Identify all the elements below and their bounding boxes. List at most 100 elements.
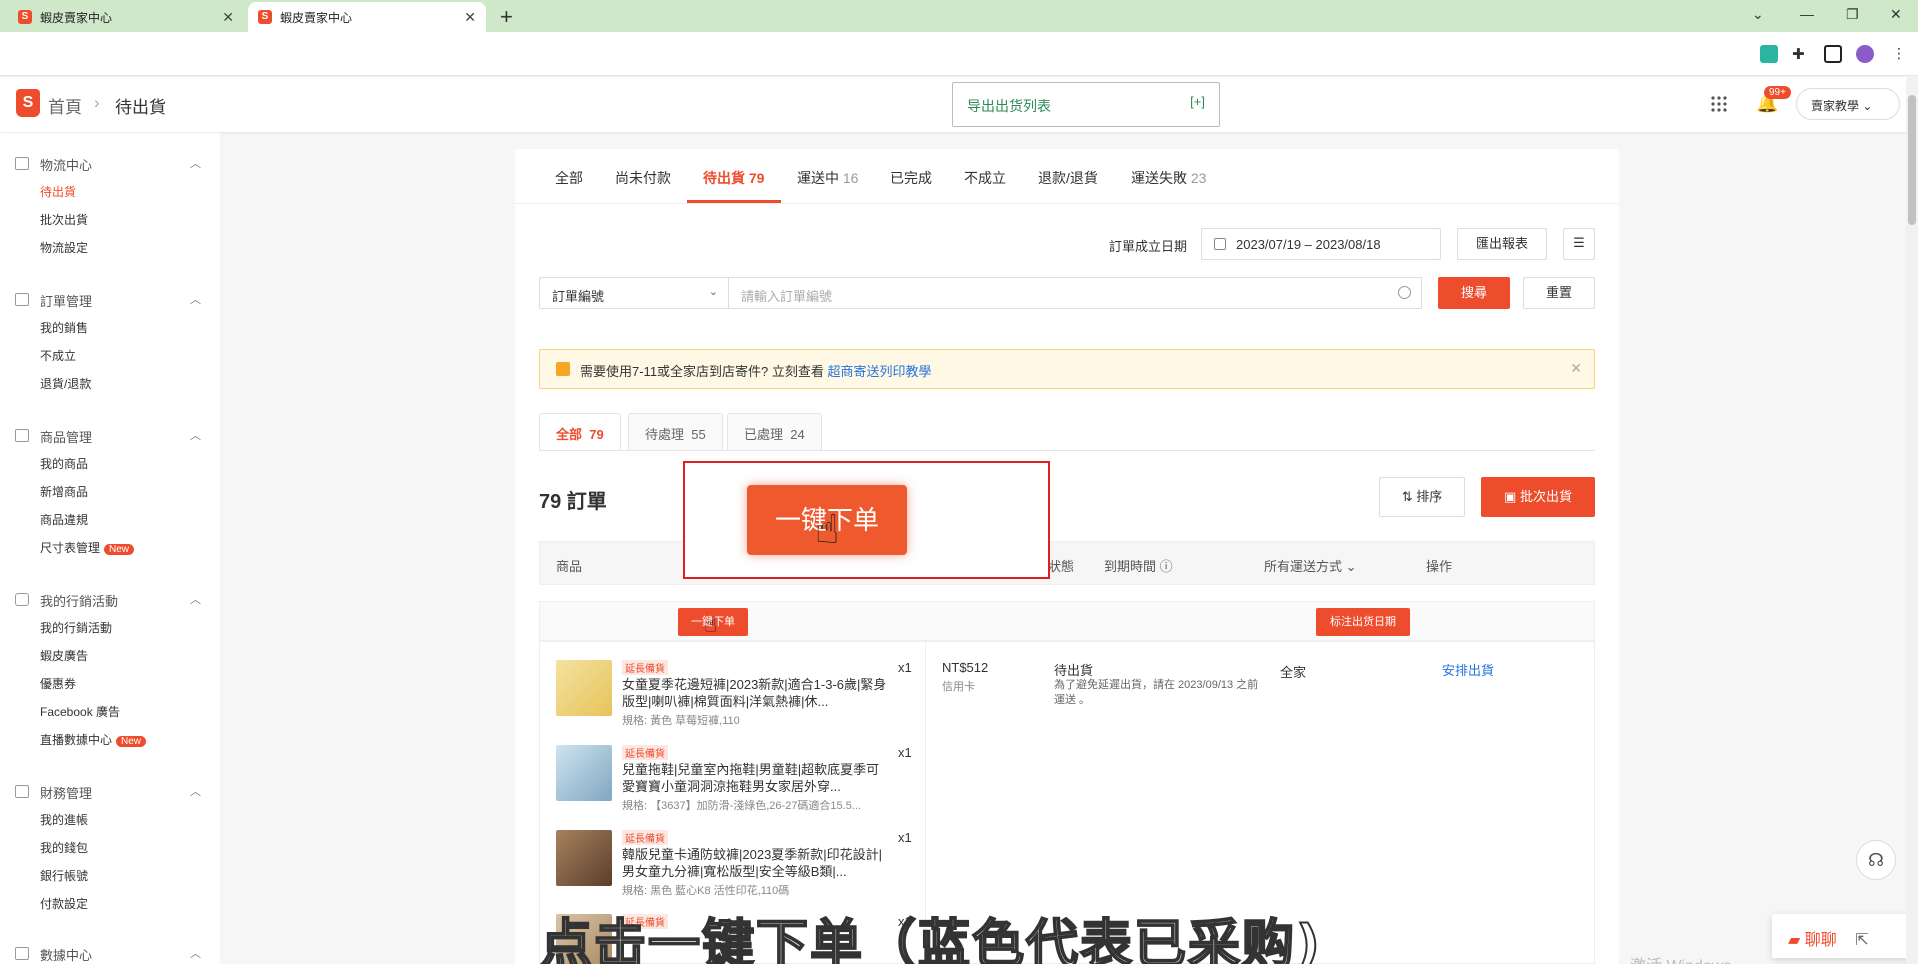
tab-cancelled[interactable]: 不成立 xyxy=(964,168,1006,188)
user-menu[interactable]: 賣家教學 ⌄ xyxy=(1796,88,1900,120)
product-image[interactable] xyxy=(556,745,612,801)
subtab-processed[interactable]: 已處理 24 xyxy=(727,413,822,451)
headset-icon[interactable]: ☊ xyxy=(1856,840,1896,880)
sidebar-section-title[interactable]: 商品管理 xyxy=(40,427,92,446)
subtab-pending[interactable]: 待處理 55 xyxy=(628,413,723,451)
menu-icon[interactable]: ☰ xyxy=(1563,228,1595,260)
search-field-select[interactable]: 訂單編號 ⌄ xyxy=(539,277,729,309)
browser-tab-active[interactable]: S 蝦皮賣家中心 ✕ xyxy=(248,2,486,32)
search-input[interactable]: 請輸入訂單編號 xyxy=(729,277,1422,309)
puzzle-icon[interactable]: ✚ xyxy=(1792,45,1810,63)
product-name[interactable]: 兒童拖鞋|兒童室內拖鞋|男童鞋|超軟底夏季可愛寶寶小童洞洞涼拖鞋男女家居外穿..… xyxy=(622,761,888,795)
scroll-thumb[interactable] xyxy=(1908,95,1916,225)
sidepanel-icon[interactable] xyxy=(1824,45,1842,63)
sidebar-item-live-data[interactable]: 直播數據中心 New xyxy=(40,731,147,748)
notice-link[interactable]: 超商寄送列印教學 xyxy=(828,364,932,379)
arrange-shipment-link[interactable]: 安排出貨 xyxy=(1442,660,1494,679)
sidebar-item-payment-settings[interactable]: 付款設定 xyxy=(40,895,88,912)
tab-completed[interactable]: 已完成 xyxy=(890,168,932,188)
tab-all[interactable]: 全部 xyxy=(555,168,583,188)
chevron-up-icon[interactable]: ︿ xyxy=(190,155,201,171)
batch-icon: ▣ xyxy=(1504,489,1517,504)
column-shipping-label: 所有運送方式 xyxy=(1264,559,1343,574)
tab-shipping[interactable]: 運送中 16 xyxy=(797,168,858,188)
restore-icon[interactable]: ❐ xyxy=(1846,6,1859,23)
export-shipping-list-button[interactable]: 导出出货列表 [+] xyxy=(952,82,1220,127)
popout-icon[interactable]: ⇱ xyxy=(1855,932,1868,949)
tab-list-icon[interactable]: ⌄ xyxy=(1752,6,1764,23)
reset-button[interactable]: 重置 xyxy=(1523,277,1595,309)
close-window-icon[interactable]: ✕ xyxy=(1890,6,1902,23)
page-scrollbar[interactable] xyxy=(1906,77,1918,964)
search-icon[interactable] xyxy=(1398,286,1411,299)
sidebar-section-title[interactable]: 訂單管理 xyxy=(40,291,92,310)
sidebar-section-title[interactable]: 物流中心 xyxy=(40,155,92,174)
chat-button[interactable]: ▰ 聊聊 ⇱ xyxy=(1772,914,1910,958)
sidebar-section-title[interactable]: 我的行銷活動 xyxy=(40,591,118,610)
tab-failed[interactable]: 運送失敗 23 xyxy=(1131,168,1206,188)
menu-dots-icon[interactable]: ⋮ xyxy=(1892,45,1906,62)
subtab-count: 55 xyxy=(691,427,706,442)
help-icon[interactable]: ⓘ xyxy=(1160,559,1173,574)
sidebar-item-vouchers[interactable]: 優惠券 xyxy=(40,675,76,692)
tab-refund[interactable]: 退款/退貨 xyxy=(1038,168,1098,188)
close-icon[interactable]: ✕ xyxy=(464,9,476,26)
sidebar-item-mass-ship[interactable]: 批次出貨 xyxy=(40,211,88,228)
sidebar-item-wallet[interactable]: 我的錢包 xyxy=(40,839,88,856)
sidebar-item-label: 直播數據中心 xyxy=(40,733,113,747)
sidebar-item-returns[interactable]: 退貨/退款 xyxy=(40,375,91,392)
shopee-logo-icon[interactable]: S xyxy=(16,89,40,117)
chevron-up-icon[interactable]: ︿ xyxy=(190,291,201,307)
subtab-count: 24 xyxy=(790,427,805,442)
sidebar-item-to-ship[interactable]: 待出貨 xyxy=(40,183,76,200)
sidebar-item-ads[interactable]: 蝦皮廣告 xyxy=(40,647,88,664)
tab-to-ship[interactable]: 待出貨 79 xyxy=(703,168,764,188)
new-tab-icon[interactable]: + xyxy=(500,4,513,30)
date-range-picker[interactable]: 2023/07/19 – 2023/08/18 xyxy=(1201,228,1441,260)
product-image[interactable] xyxy=(556,660,612,716)
sidebar-item-cancelled[interactable]: 不成立 xyxy=(40,347,76,364)
sidebar-item-bank-account[interactable]: 銀行帳號 xyxy=(40,867,88,884)
sidebar-section-title[interactable]: 財務管理 xyxy=(40,783,92,802)
batch-ship-button[interactable]: ▣ 批次出貨 xyxy=(1481,477,1595,517)
apps-grid-icon[interactable] xyxy=(1710,95,1728,113)
chevron-up-icon[interactable]: ︿ xyxy=(190,427,201,443)
sidebar-item-size-chart[interactable]: 尺寸表管理 New xyxy=(40,539,135,556)
hand-cursor-icon: ☝ xyxy=(704,612,718,637)
product-name[interactable]: 韓版兒童卡通防蚊褲|2023夏季新款|印花設計|男女童九分褲|寬松版型|安全等級… xyxy=(622,846,888,880)
divider xyxy=(539,450,1595,451)
product-name[interactable]: 女童夏季花邊短褲|2023新款|適合1-3-6歲|緊身版型|喇叭褲|棉質面料|洋… xyxy=(622,676,888,710)
tab-unpaid[interactable]: 尚未付款 xyxy=(615,168,671,188)
preorder-tag: 延長備貨 xyxy=(622,745,668,760)
sidebar-section-title[interactable]: 數據中心 xyxy=(40,945,92,964)
sort-button[interactable]: ⇅ 排序 xyxy=(1379,477,1465,517)
product-image[interactable] xyxy=(556,830,612,886)
profile-avatar[interactable] xyxy=(1856,45,1874,63)
sidebar-item-my-sales[interactable]: 我的銷售 xyxy=(40,319,88,336)
subtab-all[interactable]: 全部 79 xyxy=(539,413,621,451)
chevron-up-icon[interactable]: ︿ xyxy=(190,783,201,799)
search-button[interactable]: 搜尋 xyxy=(1438,277,1510,309)
sidebar-item-income[interactable]: 我的進帳 xyxy=(40,811,88,828)
browser-tab[interactable]: S 蝦皮賣家中心 ✕ xyxy=(8,2,244,32)
divider xyxy=(515,203,1619,204)
sidebar-item-shipping-settings[interactable]: 物流設定 xyxy=(40,239,88,256)
sidebar-item-my-products[interactable]: 我的商品 xyxy=(40,455,88,472)
extension-icon[interactable] xyxy=(1760,45,1778,63)
chevron-up-icon[interactable]: ︿ xyxy=(190,945,201,961)
column-status: 狀態 xyxy=(1048,559,1075,574)
chevron-up-icon[interactable]: ︿ xyxy=(190,591,201,607)
sidebar-item-facebook-ads[interactable]: Facebook 廣告 xyxy=(40,703,120,720)
subtab-count: 79 xyxy=(589,427,604,442)
mark-ship-date-button[interactable]: 标注出货日期 xyxy=(1316,608,1410,636)
close-icon[interactable]: ✕ xyxy=(1570,360,1582,377)
breadcrumb-home[interactable]: 首頁 xyxy=(48,93,82,118)
sidebar-item-campaigns[interactable]: 我的行銷活動 xyxy=(40,619,112,636)
minimize-icon[interactable]: — xyxy=(1800,6,1814,22)
sidebar-item-violations[interactable]: 商品違規 xyxy=(40,511,88,528)
close-icon[interactable]: ✕ xyxy=(222,9,234,26)
sidebar-item-add-product[interactable]: 新增商品 xyxy=(40,483,88,500)
export-report-button[interactable]: 匯出報表 xyxy=(1457,228,1547,260)
column-shipping[interactable]: 所有運送方式 ⌄ xyxy=(1264,556,1357,575)
sort-label: 排序 xyxy=(1416,489,1443,504)
